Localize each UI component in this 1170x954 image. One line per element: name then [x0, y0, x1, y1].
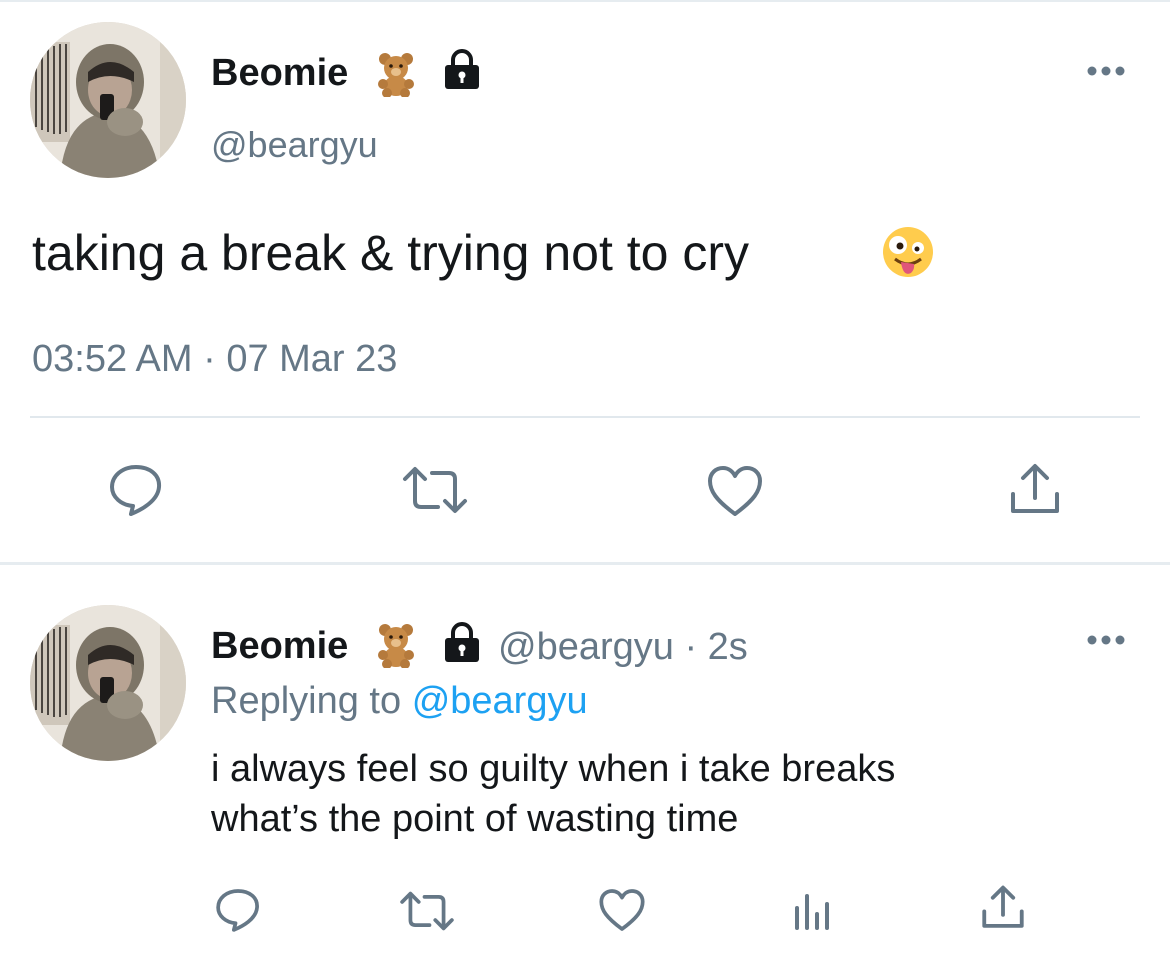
like-icon[interactable] [598, 887, 646, 933]
more-options-icon[interactable] [1086, 633, 1126, 647]
tweet-text: taking a break & trying not to cry [32, 225, 750, 281]
retweet-icon[interactable] [398, 890, 456, 932]
more-options-icon[interactable] [1086, 64, 1126, 78]
replying-to: Replying to @beargyu [211, 682, 588, 720]
replying-to-handle-link[interactable]: @beargyu [412, 680, 588, 722]
reply-icon[interactable] [107, 463, 165, 517]
avatar[interactable] [30, 22, 186, 178]
timestamp: 03:52 AM · 07 Mar 23 [32, 338, 398, 380]
display-name[interactable]: Beomie [211, 54, 348, 92]
reply-text-line-2: what’s the point of wasting time [211, 798, 739, 840]
zany-face-icon [883, 227, 933, 277]
avatar-photo [30, 22, 186, 178]
analytics-icon[interactable] [792, 890, 832, 930]
avatar[interactable] [30, 605, 186, 761]
top-border [0, 0, 1170, 2]
lock-icon [445, 622, 479, 662]
display-name[interactable]: Beomie [211, 627, 348, 665]
reply-text-line-1: i always feel so guilty when i take brea… [211, 748, 896, 790]
lock-icon [445, 49, 479, 89]
share-icon[interactable] [1008, 462, 1062, 518]
avatar-photo [30, 605, 186, 761]
divider [30, 416, 1140, 418]
share-icon[interactable] [980, 884, 1026, 932]
teddy-bear-icon [378, 53, 414, 97]
tweet-separator [0, 562, 1170, 565]
reply-icon[interactable] [214, 887, 262, 933]
retweet-icon[interactable] [400, 465, 470, 515]
handle-and-time[interactable]: @beargyu · 2s [498, 628, 748, 666]
like-icon[interactable] [706, 464, 764, 518]
teddy-bear-icon [378, 624, 414, 668]
replying-to-label: Replying to [211, 680, 402, 722]
handle[interactable]: @beargyu [211, 127, 378, 163]
